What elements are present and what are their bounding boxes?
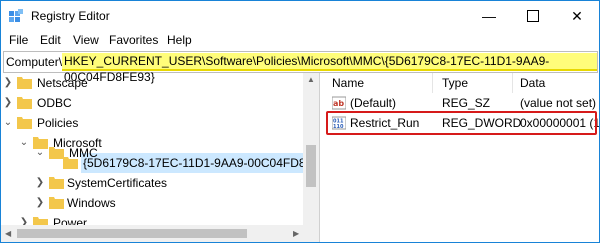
folder-icon [17,97,32,109]
string-value-icon: ab [332,96,346,110]
menu-view[interactable]: View [73,33,99,47]
minimize-icon: — [482,8,496,24]
menu-favorites[interactable]: Favorites [109,33,158,47]
value-name: (Default) [350,96,397,110]
folder-icon [17,77,32,89]
folder-icon [49,177,64,189]
column-header-type[interactable]: Type [442,73,468,93]
registry-editor-window: Registry Editor — ✕ File Edit View Favor… [0,0,600,243]
chevron-down-icon[interactable]: ⌄ [3,113,13,133]
scroll-thumb[interactable] [306,145,316,187]
close-button[interactable]: ✕ [555,1,599,31]
address-prefix: Computer\ [6,55,63,69]
tree-item-netscape[interactable]: ❯ Netscape [1,73,303,93]
chevron-right-icon[interactable]: ❯ [35,173,45,193]
folder-open-icon [17,117,32,129]
scroll-left-icon[interactable]: ◀ [5,229,11,238]
menu-edit[interactable]: Edit [40,33,61,47]
value-data: (value not set) [520,96,597,110]
tree-item-windows[interactable]: ❯ Windows [1,193,303,213]
tree-horizontal-scrollbar[interactable]: ◀ ▶ [1,225,319,242]
column-header-name[interactable]: Name [332,73,364,93]
scroll-thumb[interactable] [17,229,247,238]
chevron-right-icon[interactable]: ❯ [3,73,13,93]
close-icon: ✕ [571,7,583,24]
window-title: Registry Editor [31,9,110,23]
key-tree-pane: ❯ Netscape ❯ ODBC ⌄ Policies ⌄ Microsoft… [1,73,320,242]
menu-file[interactable]: File [9,33,28,47]
column-divider[interactable] [432,73,433,93]
highlight-box [326,111,597,135]
tree-item-systemcertificates[interactable]: ❯ SystemCertificates [1,173,303,193]
tree-item-selected-key[interactable]: {5D6179C8-17EC-11D1-9AA9-00C04FD8FE93 [1,153,319,173]
menu-help[interactable]: Help [167,33,192,47]
values-pane: Name Type Data ab (Default) REG_SZ (valu… [320,73,599,242]
maximize-icon [527,10,539,22]
address-bar[interactable]: Computer\ HKEY_CURRENT_USER\Software\Pol… [3,51,598,84]
maximize-button[interactable] [511,1,555,31]
registry-editor-icon [9,9,23,22]
tree-item-odbc[interactable]: ❯ ODBC [1,93,303,113]
tree-vertical-scrollbar[interactable]: ▲ [303,73,319,242]
chevron-right-icon[interactable]: ❯ [35,193,45,213]
folder-icon [49,197,64,209]
chevron-right-icon[interactable]: ❯ [3,93,13,113]
scroll-up-icon[interactable]: ▲ [307,75,315,84]
minimize-button[interactable]: — [467,1,511,31]
tree-item-policies[interactable]: ⌄ Policies [1,113,303,133]
menu-bar: File Edit View Favorites Help [1,31,599,51]
svg-text:ab: ab [333,99,344,108]
column-divider[interactable] [512,73,513,93]
address-path: HKEY_CURRENT_USER\Software\Policies\Micr… [62,53,597,84]
value-type: REG_SZ [442,96,491,110]
scroll-right-icon[interactable]: ▶ [293,229,299,238]
column-header-data[interactable]: Data [520,73,545,93]
folder-icon [63,157,78,169]
title-bar: Registry Editor — ✕ [1,1,599,31]
value-row-default[interactable]: ab (Default) REG_SZ (value not set) [320,93,599,113]
